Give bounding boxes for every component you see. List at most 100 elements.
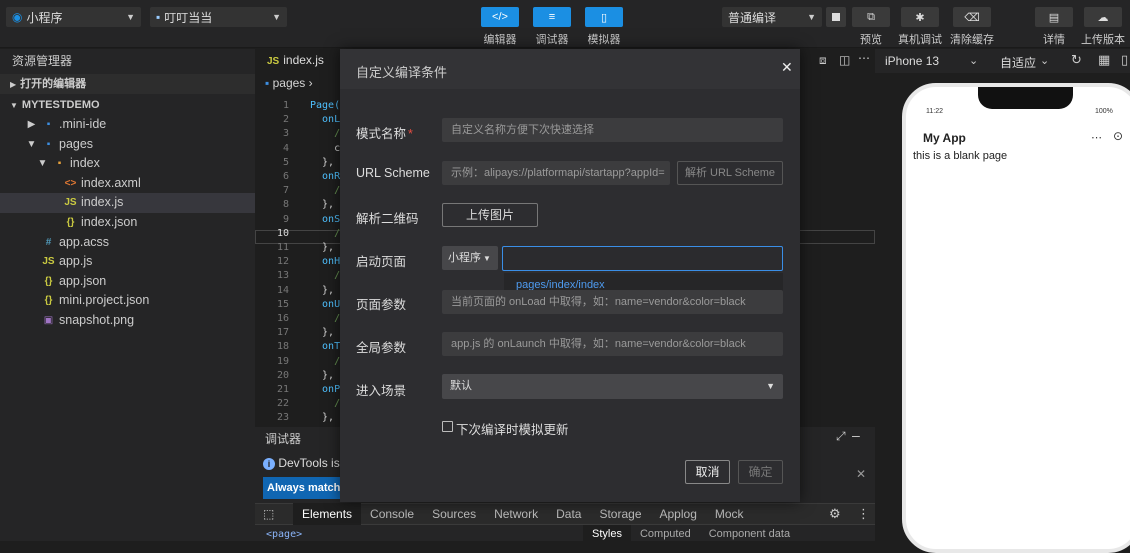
nav-title: My App bbox=[923, 131, 966, 145]
phone-icon: ▯ bbox=[585, 7, 623, 27]
style-tab[interactable]: Component data bbox=[700, 525, 799, 541]
breadcrumb-pages[interactable]: pages bbox=[273, 76, 306, 90]
tree-item[interactable]: <> index.axml bbox=[0, 174, 255, 194]
tab-index-js[interactable]: JS index.js bbox=[255, 49, 340, 71]
remote-debug-button[interactable]: ✱ bbox=[901, 7, 939, 27]
clear-cache-button[interactable]: ⌫ bbox=[953, 7, 991, 27]
minimize-icon[interactable]: – bbox=[852, 427, 860, 443]
debugger-toggle[interactable]: ≡ bbox=[533, 7, 571, 27]
start-page-input[interactable] bbox=[502, 246, 783, 271]
simulator-toggle[interactable]: ▯ bbox=[585, 7, 623, 27]
tree-item[interactable]: ▶ ▪ .mini-ide bbox=[0, 115, 255, 135]
global-params-input[interactable]: app.js 的 onLaunch 中取得，如：name=vendor&colo… bbox=[442, 332, 783, 356]
more-icon[interactable]: ⋯ bbox=[1091, 131, 1102, 144]
platform-select[interactable]: ◉ 小程序 ▼ bbox=[6, 7, 141, 27]
close-icon[interactable]: ✕ bbox=[781, 59, 793, 76]
cloud-upload-icon: ☁ bbox=[1097, 11, 1109, 24]
mode-name-input[interactable]: 自定义名称方便下次快速选择 bbox=[442, 118, 783, 142]
tree-item[interactable]: ▼ ▪ pages bbox=[0, 135, 255, 155]
tree-item[interactable]: # app.acss bbox=[0, 233, 255, 253]
app-select[interactable]: ▪ 叮叮当当 ▼ bbox=[150, 7, 287, 27]
fit-select[interactable]: 自适应 bbox=[1000, 54, 1036, 71]
gear-icon[interactable]: ⚙ bbox=[829, 506, 841, 522]
simulate-update-label: 下次编译时模拟更新 bbox=[456, 423, 569, 437]
split-icon[interactable]: ◫ bbox=[839, 53, 850, 67]
code-line: }, bbox=[310, 327, 335, 339]
tab-elements[interactable]: Elements bbox=[293, 503, 362, 525]
chevron-right-icon: › bbox=[308, 76, 313, 90]
page-type-select[interactable]: 小程序 ▼ bbox=[442, 246, 498, 270]
tab-network[interactable]: Network bbox=[485, 503, 547, 525]
code-line: / bbox=[310, 313, 340, 324]
more-icon[interactable]: ⋮ bbox=[857, 506, 870, 522]
upload-button[interactable]: ☁ bbox=[1084, 7, 1122, 27]
tab-data[interactable]: Data bbox=[547, 503, 590, 525]
fit-icon[interactable]: ⧈ bbox=[819, 53, 827, 68]
compile-mode-select[interactable]: 普通编译 ▼ bbox=[722, 7, 822, 27]
chevron-down-icon: ▼ bbox=[272, 12, 281, 22]
stop-button[interactable] bbox=[826, 7, 846, 27]
tab-storage[interactable]: Storage bbox=[590, 503, 650, 525]
style-tab[interactable]: Computed bbox=[631, 525, 700, 541]
grid-icon[interactable]: ▦ bbox=[1098, 52, 1110, 68]
devtools-tabs: Elements Console Sources Network Data Storage… bbox=[293, 503, 753, 525]
phone-icon[interactable]: ▯ bbox=[1121, 52, 1128, 68]
tree-item[interactable]: {} index.json bbox=[0, 213, 255, 233]
tree-item[interactable]: ▼ ▪ index bbox=[0, 154, 255, 174]
tree-item[interactable]: JS app.js bbox=[0, 252, 255, 272]
close-info-icon[interactable]: ✕ bbox=[856, 467, 866, 481]
line-number: 23 bbox=[276, 412, 289, 424]
editor-toggle[interactable]: </> bbox=[481, 7, 519, 27]
explorer-sidebar: 资源管理器 ▶ 打开的编辑器 ▼ MYTESTDEMO ▶ ▪ .mini-ide ▼ ▪ p… bbox=[0, 49, 255, 541]
status-time: 11:22 bbox=[926, 108, 943, 115]
code-area[interactable]: 1 Page(2 onL 3 / 4 c 5 }, 6 onR 7 / 8 }, 9 onS 10… bbox=[255, 100, 340, 427]
open-editors-section[interactable]: ▶ 打开的编辑器 bbox=[0, 74, 255, 94]
tree-item-label: .mini-ide bbox=[59, 117, 107, 131]
scene-select[interactable]: 默认 ▼ bbox=[442, 374, 783, 399]
inspect-icon[interactable]: ⬚ bbox=[263, 507, 274, 521]
tree-item-label: index.json bbox=[81, 214, 138, 229]
file-icon: {} bbox=[44, 295, 53, 307]
tree-item[interactable]: ▣ snapshot.png bbox=[0, 311, 255, 331]
platform-label: 小程序 bbox=[26, 10, 63, 25]
details-label: 详情 bbox=[1043, 34, 1065, 46]
line-number: 10 bbox=[276, 227, 289, 239]
cancel-button[interactable]: 取消 bbox=[685, 460, 730, 484]
tab-console[interactable]: Console bbox=[361, 503, 423, 525]
capsule-close-icon[interactable]: ⊙ bbox=[1113, 129, 1123, 143]
tab-applog[interactable]: Applog bbox=[651, 503, 706, 525]
refresh-icon[interactable]: ↻ bbox=[1071, 52, 1082, 68]
parse-url-button[interactable]: 解析 URL Scheme bbox=[677, 161, 783, 185]
tree-item[interactable]: {} mini.project.json bbox=[0, 291, 255, 311]
tree-item-label: app.json bbox=[59, 273, 107, 288]
phone-frame: 11:22 100% My App ⋯ ⊙ this is a blank pa… bbox=[902, 83, 1130, 553]
folder-icon: ▪ bbox=[265, 76, 270, 90]
bug-icon: ✱ bbox=[915, 11, 925, 24]
tree-item-label: app.js bbox=[59, 254, 93, 269]
confirm-button[interactable]: 确定 bbox=[738, 460, 783, 484]
qrcode-label: 解析二维码 bbox=[356, 212, 419, 226]
preview-icon: ⧉ bbox=[867, 10, 875, 23]
dom-preview[interactable]: <page> bbox=[266, 529, 302, 540]
url-scheme-label: URL Scheme bbox=[356, 166, 430, 180]
doc-icon: ▤ bbox=[1048, 11, 1060, 24]
tree-item[interactable]: JS index.js bbox=[0, 193, 255, 213]
details-button[interactable]: ▤ bbox=[1035, 7, 1073, 27]
more-icon[interactable]: ⋯ bbox=[858, 51, 870, 65]
style-tab[interactable]: Styles bbox=[583, 525, 631, 541]
project-section[interactable]: ▼ MYTESTDEMO bbox=[0, 95, 255, 115]
tree-item[interactable]: {} app.json bbox=[0, 272, 255, 292]
url-scheme-input[interactable]: 示例：alipays://platformapi/startapp?appId= bbox=[442, 161, 670, 185]
simulate-update-checkbox[interactable] bbox=[442, 421, 453, 432]
code-line: onL bbox=[310, 114, 340, 126]
page-params-input[interactable]: 当前页面的 onLoad 中取得，如：name=vendor&color=bla… bbox=[442, 290, 783, 314]
upload-image-button[interactable]: 上传图片 bbox=[442, 203, 538, 227]
code-line: Page( bbox=[310, 100, 340, 111]
preview-button[interactable]: ⧉ bbox=[852, 7, 890, 27]
page-content: this is a blank page bbox=[913, 150, 1008, 162]
tab-mock[interactable]: Mock bbox=[706, 503, 753, 525]
device-select[interactable]: iPhone 13 bbox=[885, 54, 939, 68]
expand-icon[interactable]: ⤢ bbox=[836, 429, 846, 444]
simulator-pane: ⧈ ◫ ⋯ iPhone 13 ⌄ 自适应 ⌄ ↻ ▦ ▯ 11:22 100%… bbox=[819, 49, 1130, 553]
tab-sources[interactable]: Sources bbox=[423, 503, 485, 525]
